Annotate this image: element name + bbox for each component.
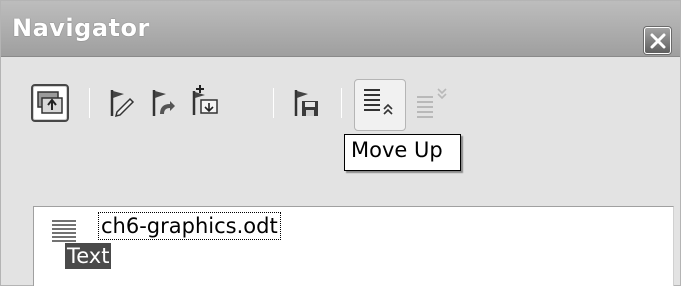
- window-title: Navigator: [12, 14, 150, 42]
- close-icon: [650, 33, 666, 49]
- save-button[interactable]: [288, 86, 322, 120]
- set-reminder-button[interactable]: [104, 86, 138, 120]
- move-down-button[interactable]: [411, 83, 455, 127]
- close-button[interactable]: [644, 27, 671, 54]
- toggle-icon: [37, 91, 63, 114]
- tooltip: Move Up: [344, 134, 461, 171]
- navigator-toolbar: [1, 58, 680, 206]
- document-icon: [52, 220, 76, 242]
- demote-chapter-icon: [192, 85, 218, 115]
- promote-chapter-button[interactable]: [146, 86, 180, 120]
- titlebar[interactable]: Navigator: [1, 1, 680, 57]
- toggle-button[interactable]: [31, 84, 69, 122]
- move-down-icon: [417, 88, 447, 118]
- demote-chapter-button[interactable]: [186, 83, 220, 117]
- navigator-window: Navigator Move Up ch6-graphics.odt Text: [0, 0, 681, 286]
- set-reminder-icon: [110, 90, 135, 118]
- document-name: ch6-graphics.odt: [98, 212, 281, 240]
- tree-item-text[interactable]: Text: [65, 243, 112, 269]
- move-up-button[interactable]: [354, 79, 406, 131]
- navigator-tree: ch6-graphics.odt: [33, 206, 674, 286]
- save-icon: [294, 90, 318, 116]
- toolbar-separator: [341, 88, 342, 118]
- promote-chapter-icon: [152, 90, 175, 116]
- toolbar-separator: [273, 88, 274, 118]
- move-up-icon: [364, 89, 393, 115]
- toolbar-separator: [89, 88, 90, 118]
